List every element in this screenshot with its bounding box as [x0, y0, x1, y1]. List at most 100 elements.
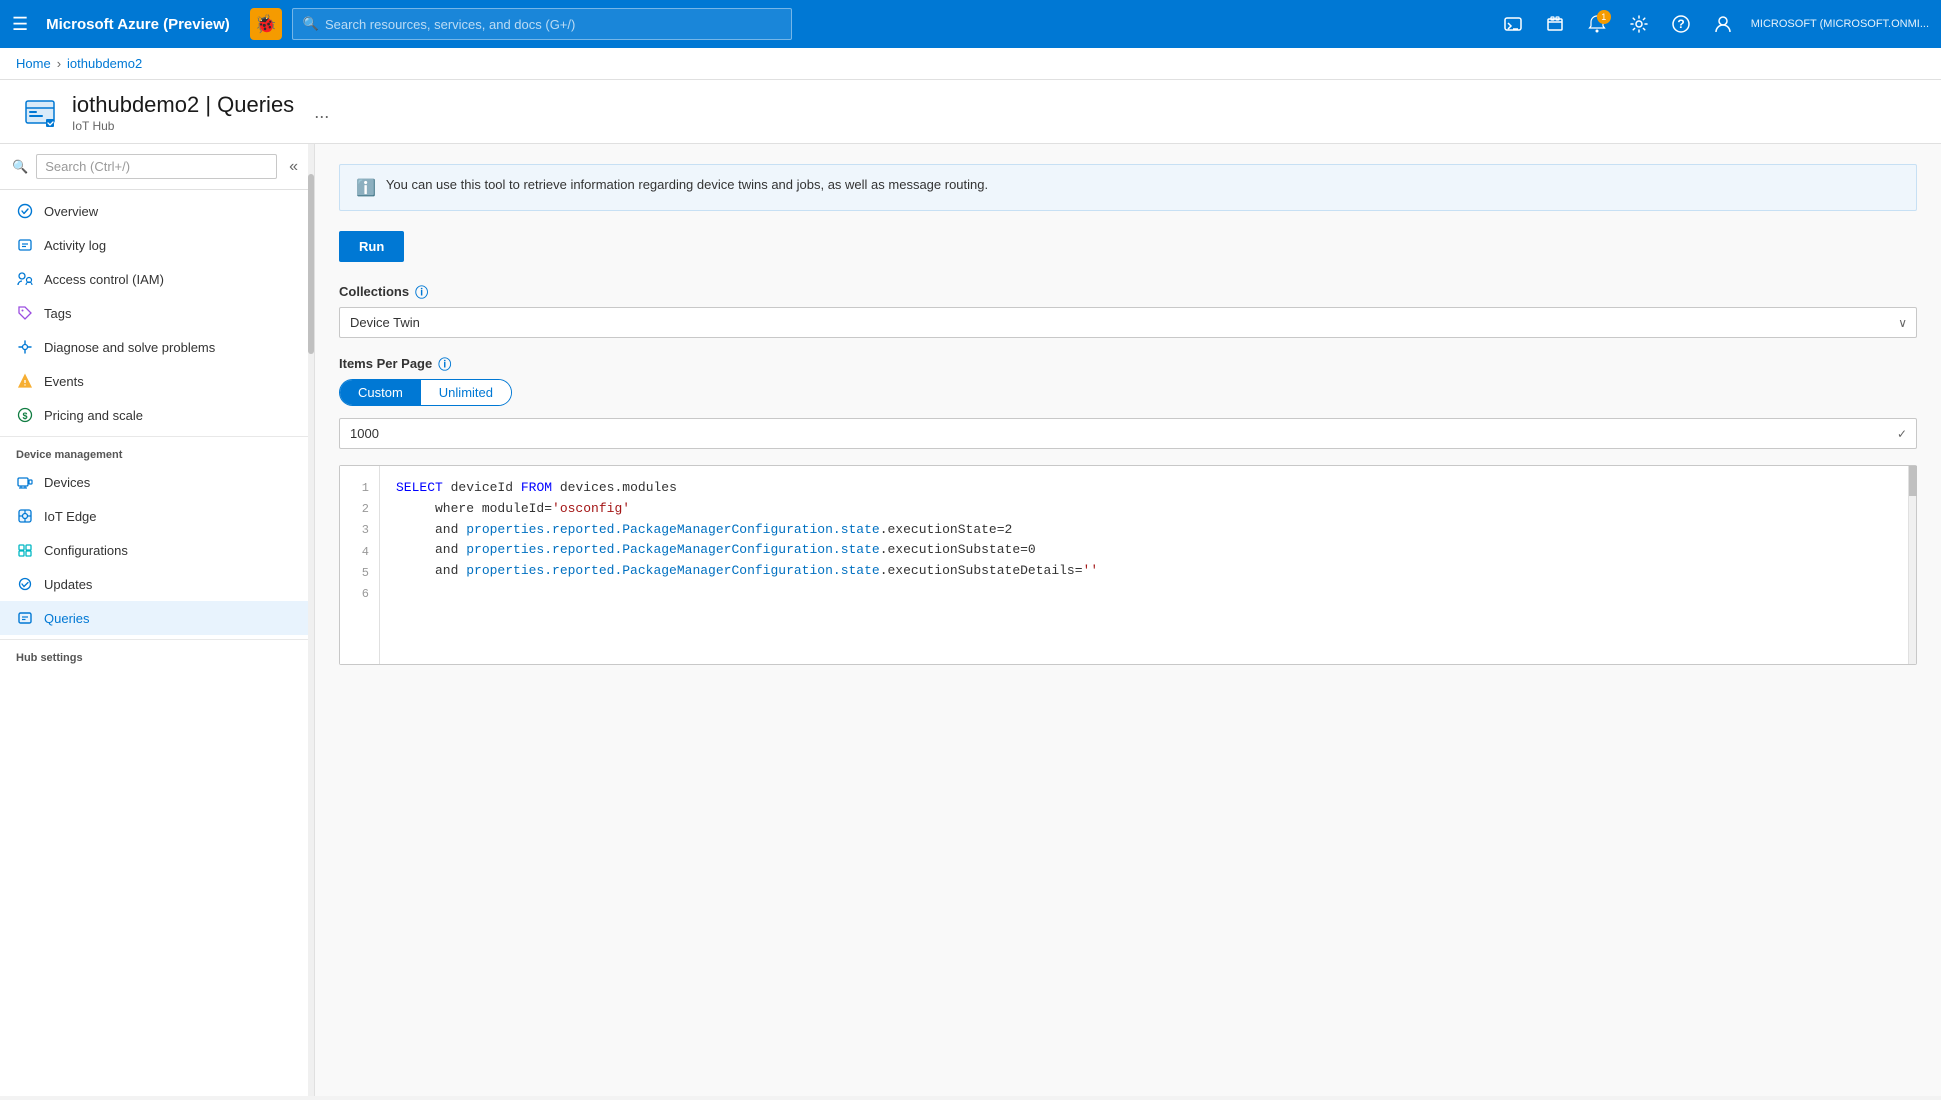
page-title-block: iothubdemo2 | Queries IoT Hub — [72, 92, 294, 133]
tags-icon — [16, 304, 34, 322]
items-per-page-section: Items Per Page ⓘ Custom Unlimited 1000 1… — [339, 354, 1917, 449]
events-icon — [16, 372, 34, 390]
items-per-page-info-icon[interactable]: ⓘ — [438, 354, 451, 373]
sidebar-item-updates-label: Updates — [44, 577, 92, 592]
code-line-2: where moduleId='osconfig' — [396, 499, 1892, 520]
collections-select[interactable]: Device Twin Module Twin Jobs Message Rou… — [339, 307, 1917, 338]
iam-icon — [16, 270, 34, 288]
sidebar-item-pricing[interactable]: $ Pricing and scale — [0, 398, 314, 432]
sidebar-item-devices[interactable]: Devices — [0, 465, 314, 499]
sidebar-item-overview-label: Overview — [44, 204, 98, 219]
feedback-icon[interactable]: 🐞 — [250, 8, 282, 40]
run-button[interactable]: Run — [339, 231, 404, 262]
hub-settings-label: Hub settings — [0, 639, 314, 668]
sidebar-item-pricing-label: Pricing and scale — [44, 408, 143, 423]
line-number-4: 4 — [340, 542, 379, 563]
collections-select-wrapper: Device Twin Module Twin Jobs Message Rou… — [339, 307, 1917, 338]
topbar: ☰ Microsoft Azure (Preview) 🐞 🔍 1 ? MICR… — [0, 0, 1941, 48]
sidebar-item-iam-label: Access control (IAM) — [44, 272, 164, 287]
page-more-button[interactable]: ... — [314, 102, 329, 123]
code-line-6 — [396, 582, 1892, 603]
sidebar-collapse-button[interactable]: « — [285, 156, 302, 178]
line-number-2: 2 — [340, 499, 379, 520]
sidebar-item-overview[interactable]: Overview — [0, 194, 314, 228]
sidebar-search-icon: 🔍 — [12, 159, 28, 175]
items-per-page-label: Items Per Page ⓘ — [339, 354, 1917, 373]
sidebar-item-configurations[interactable]: Configurations — [0, 533, 314, 567]
brand-name: Microsoft Azure (Preview) — [46, 16, 230, 33]
sidebar-item-diagnose-label: Diagnose and solve problems — [44, 340, 215, 355]
sidebar-item-tags[interactable]: Tags — [0, 296, 314, 330]
pricing-icon: $ — [16, 406, 34, 424]
queries-icon — [16, 609, 34, 627]
info-icon: ℹ️ — [356, 178, 376, 198]
sidebar-item-events-label: Events — [44, 374, 84, 389]
settings-icon[interactable] — [1621, 6, 1657, 42]
info-banner: ℹ️ You can use this tool to retrieve inf… — [339, 164, 1917, 211]
toggle-custom[interactable]: Custom — [340, 380, 421, 405]
topbar-search[interactable]: 🔍 — [292, 8, 792, 40]
search-input[interactable] — [325, 17, 781, 32]
page-icon — [20, 93, 60, 133]
help-icon[interactable]: ? — [1663, 6, 1699, 42]
svg-text:$: $ — [22, 411, 27, 421]
editor-scrollbar[interactable] — [1908, 466, 1916, 664]
sidebar-item-activity-log[interactable]: Activity log — [0, 228, 314, 262]
sidebar: 🔍 « Overview Activity log A — [0, 144, 315, 1096]
sidebar-item-devices-label: Devices — [44, 475, 90, 490]
sidebar-scrollbar[interactable] — [308, 144, 314, 1096]
collections-label: Collections ⓘ — [339, 282, 1917, 301]
sidebar-item-queries[interactable]: Queries — [0, 601, 314, 635]
sidebar-item-iot-edge[interactable]: IoT Edge — [0, 499, 314, 533]
code-line-1: SELECT deviceId FROM devices.modules — [396, 478, 1892, 499]
activity-icon — [16, 236, 34, 254]
code-line-5: and properties.reported.PackageManagerCo… — [396, 561, 1892, 582]
code-line-3: and properties.reported.PackageManagerCo… — [396, 520, 1892, 541]
breadcrumb-hub[interactable]: iothubdemo2 — [67, 56, 142, 71]
code-editor[interactable]: 1 2 3 4 5 6 SELECT deviceId FROM devices… — [339, 465, 1917, 665]
profile-icon[interactable] — [1705, 6, 1741, 42]
code-line-4: and properties.reported.PackageManagerCo… — [396, 540, 1892, 561]
diagnose-icon — [16, 338, 34, 356]
user-tenant[interactable]: MICROSOFT (MICROSOFT.ONMI... — [1751, 18, 1929, 30]
code-line-numbers: 1 2 3 4 5 6 — [340, 466, 380, 664]
hamburger-menu[interactable]: ☰ — [12, 14, 28, 35]
page-header: iothubdemo2 | Queries IoT Hub ... — [0, 80, 1941, 144]
notifications-icon[interactable]: 1 — [1579, 6, 1615, 42]
search-icon: 🔍 — [303, 16, 319, 32]
items-per-page-select[interactable]: 1000 100 500 — [339, 418, 1917, 449]
line-number-1: 1 — [340, 478, 379, 499]
items-per-page-select-wrapper: 1000 100 500 ✓ — [339, 418, 1917, 449]
sidebar-item-tags-label: Tags — [44, 306, 71, 321]
configs-icon — [16, 541, 34, 559]
toggle-group: Custom Unlimited — [339, 379, 512, 406]
content-area: ℹ️ You can use this tool to retrieve inf… — [315, 144, 1941, 1096]
breadcrumb-sep: › — [57, 56, 61, 71]
collections-info-icon[interactable]: ⓘ — [415, 282, 428, 301]
sidebar-scroll-thumb — [308, 174, 314, 354]
sidebar-item-iot-edge-label: IoT Edge — [44, 509, 97, 524]
directory-icon[interactable] — [1537, 6, 1573, 42]
main-layout: 🔍 « Overview Activity log A — [0, 144, 1941, 1096]
cloud-shell-icon[interactable] — [1495, 6, 1531, 42]
sidebar-nav: Overview Activity log Access control (IA… — [0, 190, 314, 672]
notification-count: 1 — [1597, 10, 1611, 24]
sidebar-item-activity-label: Activity log — [44, 238, 106, 253]
breadcrumb-home[interactable]: Home — [16, 56, 51, 71]
sidebar-item-events[interactable]: Events — [0, 364, 314, 398]
sidebar-search-bar: 🔍 « — [0, 144, 314, 190]
sidebar-item-iam[interactable]: Access control (IAM) — [0, 262, 314, 296]
code-content[interactable]: SELECT deviceId FROM devices.modules whe… — [380, 466, 1908, 664]
sidebar-item-configurations-label: Configurations — [44, 543, 128, 558]
line-number-6: 6 — [340, 584, 379, 605]
svg-text:?: ? — [1677, 17, 1684, 31]
sidebar-item-updates[interactable]: Updates — [0, 567, 314, 601]
devices-icon — [16, 473, 34, 491]
toggle-unlimited[interactable]: Unlimited — [421, 380, 511, 405]
collections-section: Collections ⓘ Device Twin Module Twin Jo… — [339, 282, 1917, 338]
sidebar-item-diagnose[interactable]: Diagnose and solve problems — [0, 330, 314, 364]
editor-scroll-thumb — [1909, 466, 1917, 496]
topbar-icons: 1 ? MICROSOFT (MICROSOFT.ONMI... — [1495, 6, 1929, 42]
iot-edge-icon — [16, 507, 34, 525]
sidebar-search-input[interactable] — [36, 154, 277, 179]
